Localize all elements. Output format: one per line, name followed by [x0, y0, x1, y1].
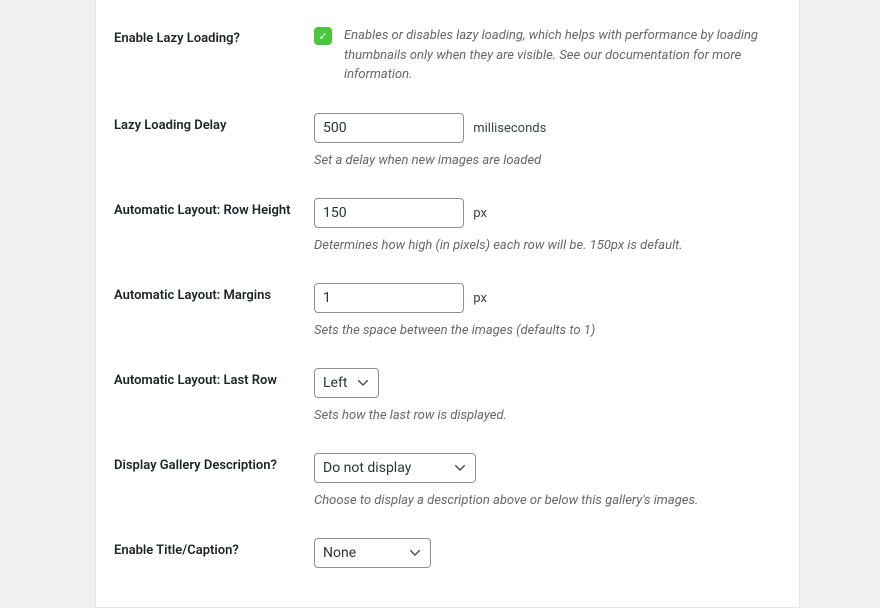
- lazy-delay-input[interactable]: [314, 113, 464, 143]
- lazy-delay-label: Lazy Loading Delay: [114, 113, 314, 170]
- field-last-row: Automatic Layout: Last Row Left Sets how…: [114, 354, 781, 439]
- field-lazy-loading: Enable Lazy Loading? ✓ Enables or disabl…: [114, 18, 781, 99]
- title-caption-label: Enable Title/Caption?: [114, 538, 314, 568]
- row-height-input[interactable]: [314, 198, 464, 228]
- display-description-select[interactable]: Do not display: [314, 453, 476, 483]
- lazy-delay-description: Set a delay when new images are loaded: [314, 152, 781, 170]
- lazy-loading-checkbox[interactable]: ✓: [314, 27, 332, 45]
- title-caption-select[interactable]: None: [314, 538, 431, 568]
- margins-unit: px: [473, 291, 487, 306]
- lazy-delay-unit: milliseconds: [473, 121, 546, 136]
- margins-label: Automatic Layout: Margins: [114, 283, 314, 340]
- row-height-description: Determines how high (in pixels) each row…: [314, 237, 781, 255]
- margins-description: Sets the space between the images (defau…: [314, 322, 781, 340]
- field-row-height: Automatic Layout: Row Height px Determin…: [114, 184, 781, 269]
- check-icon: ✓: [318, 30, 327, 43]
- row-height-label: Automatic Layout: Row Height: [114, 198, 314, 255]
- display-description-description: Choose to display a description above or…: [314, 492, 781, 510]
- field-title-caption: Enable Title/Caption? None: [114, 524, 781, 582]
- last-row-description: Sets how the last row is displayed.: [314, 407, 781, 425]
- field-margins: Automatic Layout: Margins px Sets the sp…: [114, 269, 781, 354]
- last-row-label: Automatic Layout: Last Row: [114, 368, 314, 425]
- row-height-unit: px: [473, 206, 487, 221]
- margins-input[interactable]: [314, 283, 464, 313]
- lazy-loading-label: Enable Lazy Loading?: [114, 26, 314, 85]
- display-description-label: Display Gallery Description?: [114, 453, 314, 510]
- lazy-loading-description: Enables or disables lazy loading, which …: [344, 26, 781, 85]
- last-row-select[interactable]: Left: [314, 368, 379, 398]
- settings-panel: Enable Lazy Loading? ✓ Enables or disabl…: [95, 0, 800, 608]
- field-display-description: Display Gallery Description? Do not disp…: [114, 439, 781, 524]
- field-lazy-delay: Lazy Loading Delay milliseconds Set a de…: [114, 99, 781, 184]
